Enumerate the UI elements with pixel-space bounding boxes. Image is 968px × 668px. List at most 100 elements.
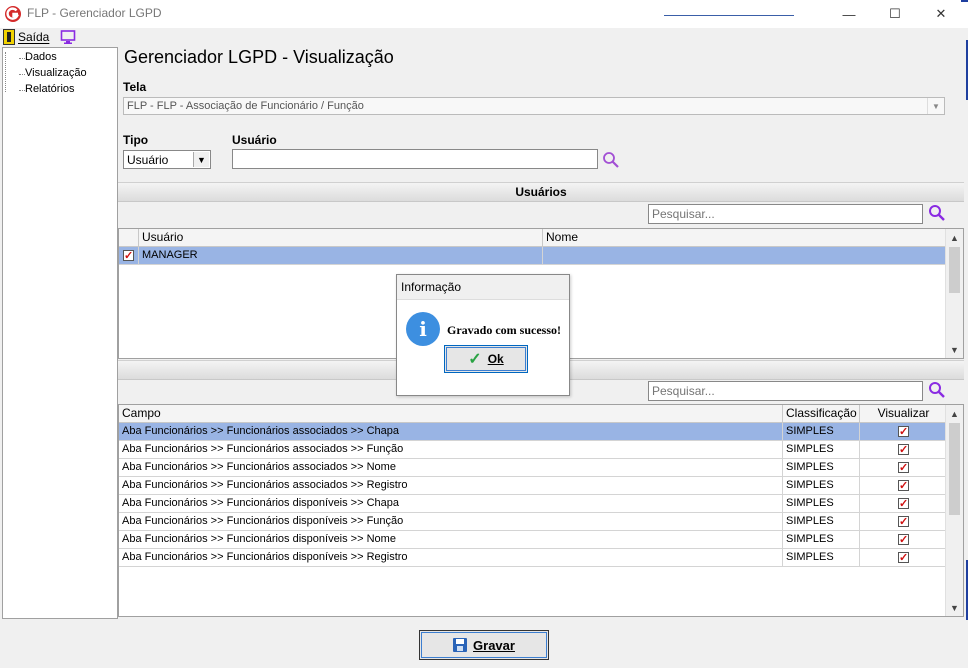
dialog-message: Gravado com sucesso! bbox=[447, 323, 561, 337]
maximize-button[interactable]: ☐ bbox=[872, 0, 918, 28]
save-button[interactable]: Gravar bbox=[419, 630, 549, 660]
edge-decoration bbox=[961, 0, 968, 2]
campo-cell: Aba Funcionários >> Funcionários associa… bbox=[119, 459, 783, 476]
page-title: Gerenciador LGPD - Visualização bbox=[124, 47, 394, 67]
visualizar-cell bbox=[860, 495, 948, 512]
classificacao-cell: SIMPLES bbox=[783, 441, 860, 458]
table-row[interactable]: Aba Funcionários >> Funcionários associa… bbox=[119, 441, 948, 459]
menu-bar bbox=[0, 28, 968, 46]
save-button-label: Gravar bbox=[473, 637, 515, 653]
table-row[interactable]: MANAGER bbox=[119, 247, 948, 265]
fields-grid-header: Campo Classificação Visualizar bbox=[119, 405, 948, 423]
table-row[interactable]: Aba Funcionários >> Funcionários disponí… bbox=[119, 495, 948, 513]
tela-select[interactable]: FLP - FLP - Associação de Funcionário / … bbox=[123, 97, 945, 115]
visualizar-checkbox[interactable] bbox=[898, 460, 909, 476]
users-grid-header: Usuário Nome bbox=[119, 229, 948, 247]
table-row[interactable]: Aba Funcionários >> Funcionários disponí… bbox=[119, 549, 948, 567]
visualizar-checkbox[interactable] bbox=[898, 532, 909, 548]
visualizar-checkbox[interactable] bbox=[898, 424, 909, 440]
classificacao-cell: SIMPLES bbox=[783, 459, 860, 476]
edge-decoration bbox=[664, 15, 794, 16]
ok-button[interactable]: ✓ Ok bbox=[444, 345, 528, 373]
window-title: FLP - Gerenciador LGPD bbox=[27, 6, 162, 20]
users-vertical-scrollbar[interactable]: ▲ ▼ bbox=[945, 229, 963, 358]
chevron-down-icon: ▼ bbox=[927, 98, 944, 114]
tree-connector bbox=[5, 52, 6, 92]
usuario-input[interactable] bbox=[232, 149, 598, 169]
name-cell bbox=[543, 247, 948, 264]
column-header-usuario[interactable]: Usuário bbox=[139, 229, 543, 246]
visualizar-checkbox[interactable] bbox=[898, 442, 909, 458]
search-icon[interactable] bbox=[602, 151, 620, 169]
exit-menu-label: Saída bbox=[18, 30, 50, 44]
fields-search-input[interactable] bbox=[648, 381, 923, 401]
table-row[interactable]: Aba Funcionários >> Funcionários associa… bbox=[119, 477, 948, 495]
column-header-check bbox=[119, 229, 139, 246]
dialog-body: i Gravado com sucesso! ✓ Ok bbox=[397, 300, 569, 395]
campo-cell: Aba Funcionários >> Funcionários disponí… bbox=[119, 513, 783, 530]
visualizar-cell bbox=[860, 513, 948, 530]
column-header-classificacao[interactable]: Classificação bbox=[783, 405, 860, 422]
exit-door-icon bbox=[3, 29, 15, 45]
monitor-icon[interactable] bbox=[60, 29, 76, 45]
minimize-button[interactable]: — bbox=[826, 0, 872, 28]
campo-cell: Aba Funcionários >> Funcionários associa… bbox=[119, 423, 783, 440]
column-header-visualizar[interactable]: Visualizar bbox=[860, 405, 948, 422]
column-header-campo[interactable]: Campo bbox=[119, 405, 783, 422]
visualizar-cell bbox=[860, 531, 948, 548]
tipo-select[interactable]: Usuário ▼ bbox=[123, 150, 211, 169]
visualizar-cell bbox=[860, 477, 948, 494]
exit-menu-item[interactable]: Saída bbox=[3, 29, 49, 45]
visualizar-checkbox[interactable] bbox=[898, 496, 909, 512]
campo-cell: Aba Funcionários >> Funcionários associa… bbox=[119, 477, 783, 494]
campo-cell: Aba Funcionários >> Funcionários disponí… bbox=[119, 531, 783, 548]
sidebar-tree: Dados Visualização Relatórios bbox=[2, 47, 118, 619]
classificacao-cell: SIMPLES bbox=[783, 495, 860, 512]
table-row[interactable]: Aba Funcionários >> Funcionários associa… bbox=[119, 459, 948, 477]
users-section-header: Usuários bbox=[118, 182, 964, 202]
visualizar-checkbox[interactable] bbox=[898, 550, 909, 566]
row-checkbox[interactable] bbox=[123, 248, 134, 264]
visualizar-checkbox[interactable] bbox=[898, 514, 909, 530]
visualizar-cell bbox=[860, 549, 948, 566]
scroll-down-icon[interactable]: ▼ bbox=[946, 599, 963, 616]
table-row[interactable]: Aba Funcionários >> Funcionários disponí… bbox=[119, 513, 948, 531]
table-row[interactable]: Aba Funcionários >> Funcionários disponí… bbox=[119, 531, 948, 549]
search-icon[interactable] bbox=[928, 381, 946, 399]
fields-vertical-scrollbar[interactable]: ▲ ▼ bbox=[945, 405, 963, 616]
campo-cell: Aba Funcionários >> Funcionários disponí… bbox=[119, 495, 783, 512]
classificacao-cell: SIMPLES bbox=[783, 423, 860, 440]
column-header-nome[interactable]: Nome bbox=[543, 229, 948, 246]
scroll-thumb[interactable] bbox=[949, 247, 960, 293]
scroll-thumb[interactable] bbox=[949, 423, 960, 515]
dialog-title: Informação bbox=[397, 275, 569, 300]
sidebar-item-relatorios[interactable]: Relatórios bbox=[19, 83, 75, 95]
visualizar-checkbox[interactable] bbox=[898, 478, 909, 494]
campo-cell: Aba Funcionários >> Funcionários disponí… bbox=[119, 549, 783, 566]
tela-label: Tela bbox=[123, 80, 147, 94]
user-cell: MANAGER bbox=[139, 247, 543, 264]
usuario-label: Usuário bbox=[232, 133, 277, 147]
table-row[interactable]: Aba Funcionários >> Funcionários associa… bbox=[119, 423, 948, 441]
visualizar-cell bbox=[860, 441, 948, 458]
classificacao-cell: SIMPLES bbox=[783, 477, 860, 494]
visualizar-cell bbox=[860, 459, 948, 476]
classificacao-cell: SIMPLES bbox=[783, 531, 860, 548]
close-button[interactable]: ✕ bbox=[918, 0, 964, 28]
info-dialog: Informação i Gravado com sucesso! ✓ Ok bbox=[396, 274, 570, 396]
tipo-select-value: Usuário bbox=[127, 153, 169, 167]
search-icon[interactable] bbox=[928, 204, 946, 222]
app-logo-icon bbox=[5, 6, 21, 22]
scroll-up-icon[interactable]: ▲ bbox=[946, 229, 963, 246]
checkmark-icon: ✓ bbox=[468, 351, 482, 368]
sidebar-item-visualizacao[interactable]: Visualização bbox=[19, 67, 87, 79]
sidebar-item-dados[interactable]: Dados bbox=[19, 51, 57, 63]
campo-cell: Aba Funcionários >> Funcionários associa… bbox=[119, 441, 783, 458]
tipo-label: Tipo bbox=[123, 133, 149, 147]
fields-grid: Campo Classificação Visualizar Aba Funci… bbox=[118, 404, 964, 617]
scroll-down-icon[interactable]: ▼ bbox=[946, 341, 963, 358]
users-search-input[interactable] bbox=[648, 204, 923, 224]
scroll-up-icon[interactable]: ▲ bbox=[946, 405, 963, 422]
tela-select-value: FLP - FLP - Associação de Funcionário / … bbox=[127, 100, 364, 112]
floppy-disk-icon bbox=[453, 638, 468, 652]
